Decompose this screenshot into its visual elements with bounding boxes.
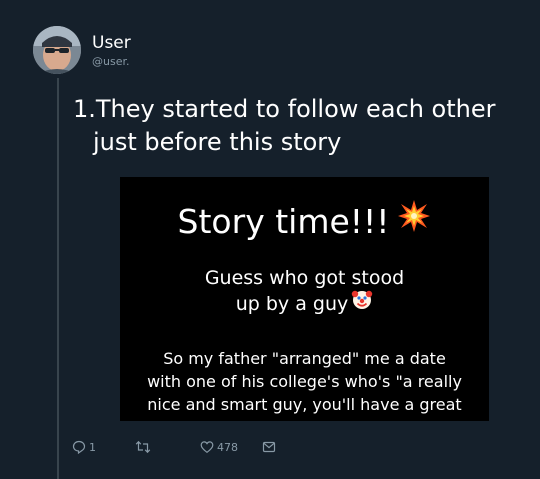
media-subtitle-line-2: up by a guy [120, 288, 489, 317]
heart-icon [200, 440, 214, 454]
user-handle[interactable]: @user. [92, 55, 131, 69]
retweet-button[interactable] [135, 440, 151, 454]
like-count: 478 [217, 440, 238, 454]
reply-icon [72, 440, 86, 454]
media-body-line: So my father "arranged" me a date [163, 349, 446, 368]
tweet: User @user. 1.They started to follow eac… [0, 0, 540, 479]
media-subtitle: Guess who got stood up by a guy [120, 265, 489, 317]
reply-count: 1 [89, 440, 96, 454]
like-button[interactable]: 478 [200, 440, 238, 454]
clown-face-icon [351, 288, 373, 317]
collision-icon [397, 199, 431, 242]
reply-button[interactable]: 1 [72, 440, 96, 454]
thread-line [57, 78, 59, 479]
media-body-line: nice and smart guy, you'll have a great [147, 395, 462, 414]
media-body: So my father "arranged" me a date with o… [120, 347, 489, 416]
media-title: Story time!!! [120, 199, 489, 242]
retweet-icon [135, 440, 151, 454]
tweet-text: 1.They started to follow each other just… [73, 93, 513, 159]
display-name[interactable]: User [92, 33, 131, 53]
user-block[interactable]: User @user. [92, 33, 131, 69]
media-subtitle-text: up by a guy [235, 293, 349, 315]
envelope-icon [262, 440, 276, 454]
media-body-line: with one of his college's who's "a reall… [147, 372, 462, 391]
tweet-media-image[interactable]: Story time!!! Guess who got stood up by … [120, 177, 489, 421]
media-title-text: Story time!!! [177, 202, 390, 241]
media-subtitle-line: Guess who got stood [204, 267, 405, 289]
tweet-text-line: just before this story [93, 128, 342, 156]
tweet-text-line: 1.They started to follow each other [73, 95, 496, 123]
avatar[interactable] [33, 26, 81, 74]
direct-message-button[interactable] [262, 440, 276, 454]
